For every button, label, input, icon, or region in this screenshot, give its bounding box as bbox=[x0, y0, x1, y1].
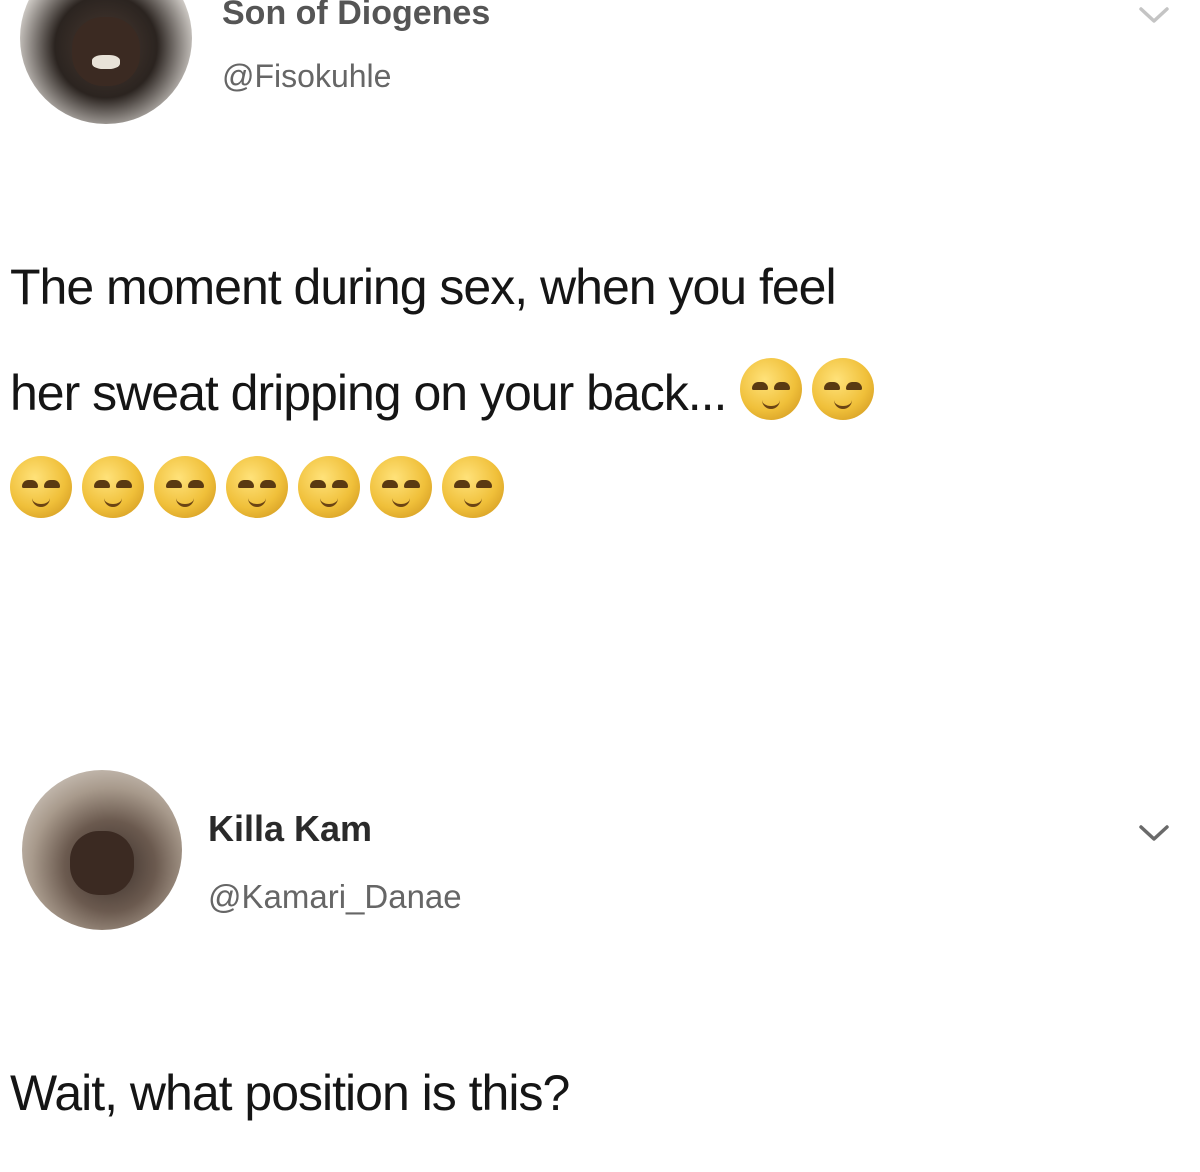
relieved-face-icon bbox=[226, 456, 288, 518]
tweet-text-fragment: her sweat dripping on your back... bbox=[10, 365, 727, 421]
display-name[interactable]: Son of Diogenes bbox=[222, 0, 490, 33]
tweet: Killa Kam @Kamari_Danae Wait, what posit… bbox=[0, 740, 1200, 1172]
display-name[interactable]: Killa Kam bbox=[208, 808, 372, 850]
emoji-inline-group bbox=[740, 357, 875, 420]
tweet-text: Wait, what position is this? bbox=[10, 1040, 1190, 1146]
relieved-face-icon bbox=[298, 456, 360, 518]
avatar[interactable] bbox=[22, 770, 182, 930]
tweet: Son of Diogenes @Fisokuhle The moment du… bbox=[0, 0, 1200, 620]
avatar[interactable] bbox=[20, 0, 192, 124]
relieved-face-icon bbox=[154, 456, 216, 518]
chevron-down-icon[interactable] bbox=[1137, 4, 1171, 26]
avatar-face bbox=[70, 830, 134, 895]
relieved-face-icon bbox=[10, 456, 72, 518]
emoji-row bbox=[10, 456, 504, 522]
tweet-text-line: Wait, what position is this? bbox=[10, 1065, 570, 1121]
tweet-text: The moment during sex, when you feel her… bbox=[10, 234, 1190, 446]
avatar-mouth bbox=[92, 55, 120, 69]
relieved-face-icon bbox=[370, 456, 432, 518]
relieved-face-icon bbox=[442, 456, 504, 518]
user-handle[interactable]: @Kamari_Danae bbox=[208, 878, 462, 916]
avatar-face bbox=[71, 17, 141, 87]
relieved-face-icon bbox=[82, 456, 144, 518]
relieved-face-icon bbox=[812, 357, 875, 420]
user-handle[interactable]: @Fisokuhle bbox=[222, 58, 391, 95]
relieved-face-icon bbox=[740, 357, 803, 420]
tweet-text-line: her sweat dripping on your back... bbox=[10, 340, 1190, 446]
tweet-text-line: The moment during sex, when you feel bbox=[10, 259, 837, 315]
chevron-down-icon[interactable] bbox=[1137, 822, 1171, 844]
